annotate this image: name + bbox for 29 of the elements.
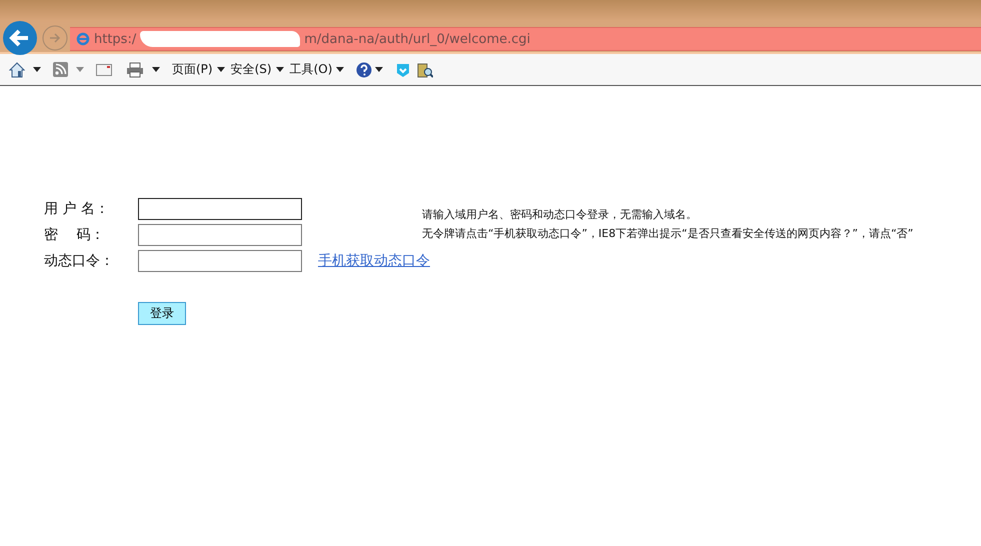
- toolbox-icon[interactable]: [417, 62, 434, 78]
- input-field[interactable]: [138, 224, 302, 246]
- menu-button[interactable]: 页面(P): [172, 61, 225, 78]
- field-label: 用 户 名：: [44, 200, 110, 218]
- instruction-text: 无令牌请点击“手机获取动态口令”，IE8下若弹出提示“是否只查看安全传送的网页内容？”，请点“否”: [422, 226, 914, 242]
- input-field[interactable]: [138, 198, 302, 220]
- home-icon[interactable]: [9, 62, 25, 78]
- url-text: https:/: [94, 32, 136, 46]
- mail-icon[interactable]: [96, 64, 112, 76]
- caret-icon: [276, 67, 284, 72]
- input-field[interactable]: [138, 250, 302, 272]
- field-label: 动态口令：: [44, 252, 115, 270]
- caret-icon[interactable]: [33, 67, 41, 72]
- url-text: m/dana-na/auth/url_0/welcome.cgi: [304, 32, 530, 46]
- browser-icon: [76, 32, 90, 46]
- back-button[interactable]: [2, 20, 38, 56]
- caret-icon: [216, 67, 225, 72]
- help-icon[interactable]: [356, 62, 372, 78]
- printer-icon[interactable]: [126, 62, 144, 78]
- menu-button[interactable]: 工具(O): [290, 61, 344, 78]
- instruction-text: 请输入域用户名、密码和动态口令登录，无需输入域名。: [422, 207, 698, 223]
- caret-icon[interactable]: [152, 67, 160, 72]
- caret-icon: [336, 67, 344, 72]
- login-button[interactable]: 登录: [138, 302, 186, 325]
- sms-token-link[interactable]: 手机获取动态口令: [318, 252, 430, 270]
- field-label: 密 码：: [44, 226, 106, 244]
- rss-icon[interactable]: [53, 62, 68, 77]
- caret-icon[interactable]: [375, 67, 384, 72]
- menu-button[interactable]: 安全(S): [230, 61, 284, 78]
